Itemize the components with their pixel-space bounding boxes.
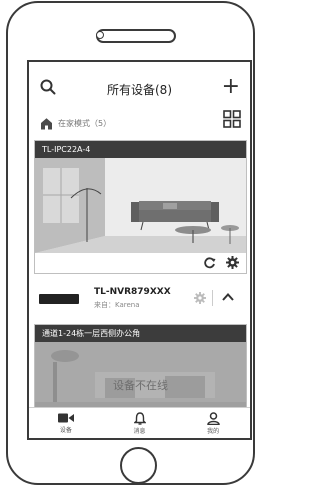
refresh-icon[interactable] [203,256,216,269]
tab-profile[interactable]: 我的 [176,408,250,438]
top-bar: 所有设备(8) + [29,62,250,117]
tab-label: 我的 [207,427,220,435]
nvr-thumbnail [39,294,79,304]
camera-card[interactable]: TL-IPC22A-4 [34,140,247,274]
channel-name: 通道1-24栋一层西侧办公角 [35,325,246,342]
home-mode-label: 在家模式（5） [58,118,112,128]
camera-icon [57,413,74,423]
page-title: 所有设备(8) [107,83,172,97]
tab-label: 消息 [133,427,146,435]
nvr-name: TL-NVR879XXX [94,287,171,297]
divider [212,290,213,306]
person-icon [206,411,220,425]
speaker-grille [96,29,176,43]
camera-name: TL-IPC22A-4 [35,141,246,158]
nvr-source: 来自：Karena [94,301,140,309]
tab-messages[interactable]: 消息 [103,408,177,438]
gear-icon[interactable] [194,292,206,304]
camera-preview[interactable] [35,158,246,253]
house-icon [41,117,52,129]
add-device-button[interactable]: + [222,76,240,98]
grid-view-icon[interactable] [223,110,241,128]
chevron-up-icon[interactable] [221,290,235,304]
home-mode-selector[interactable]: 在家模式（5） [40,115,111,131]
front-camera [96,31,104,39]
home-button[interactable] [120,447,157,484]
tab-devices[interactable]: 设备 [29,408,103,438]
channel-card[interactable]: 通道1-24栋一层西侧办公角 设备不在线 [34,324,247,419]
bell-icon [133,411,146,425]
tab-label: 设备 [59,427,72,434]
offline-status: 设备不在线 [113,379,168,392]
gear-icon[interactable] [226,256,239,269]
app-screen: 所有设备(8) + 在家模式（5） TL-IPC22A-4 TL-NVR879X… [27,60,252,440]
bottom-tab-bar: 设备 消息 我的 [29,407,250,438]
nvr-device-row[interactable]: TL-NVR879XXX 来自：Karena [29,286,250,316]
